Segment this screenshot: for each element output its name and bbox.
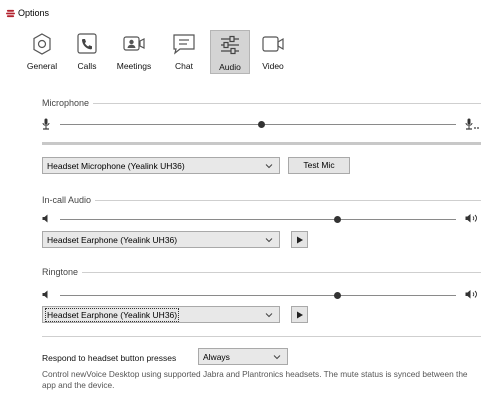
slider-thumb[interactable] <box>333 292 341 299</box>
chevron-down-icon <box>273 355 281 360</box>
ringtone-play-button[interactable] <box>291 306 308 323</box>
microphone-level-slider[interactable] <box>60 118 456 130</box>
slider-thumb[interactable] <box>258 121 266 128</box>
options-toolbar: General Calls Meetings Chat Audio Video <box>22 30 288 78</box>
tab-meetings[interactable]: Meetings <box>109 30 159 74</box>
meeting-camera-icon <box>123 36 145 51</box>
speaker-low-icon <box>42 290 48 299</box>
tab-label: Calls <box>77 61 97 71</box>
tab-label: General <box>26 61 58 71</box>
tab-label: Video <box>262 61 284 71</box>
incall-section-label: In-call Audio <box>42 195 96 205</box>
test-mic-button[interactable]: Test Mic <box>288 157 350 174</box>
speaker-high-icon <box>465 214 477 223</box>
ringtone-device-select[interactable]: Headset Earphone (Yealink UH36) <box>42 306 280 323</box>
chat-bubble-icon <box>173 34 195 55</box>
tab-calls[interactable]: Calls <box>67 30 107 74</box>
tab-label: Audio <box>219 62 241 72</box>
select-value: Headset Microphone (Yealink UH36) <box>47 161 185 171</box>
headset-buttons-select[interactable]: Always <box>198 348 288 365</box>
speaker-low-icon <box>42 214 48 223</box>
video-camera-icon <box>262 36 284 52</box>
slider-thumb[interactable] <box>333 216 341 223</box>
select-value: Always <box>203 352 230 362</box>
tab-video[interactable]: Video <box>258 30 288 74</box>
tab-chat[interactable]: Chat <box>164 30 204 74</box>
slider-track <box>60 295 456 296</box>
headset-buttons-description: Control newVoice Desktop using supported… <box>42 369 468 390</box>
chevron-down-icon <box>265 313 273 318</box>
ringtone-section-divider <box>44 272 481 273</box>
chevron-down-icon <box>265 238 273 243</box>
incall-device-select[interactable]: Headset Earphone (Yealink UH36) <box>42 231 280 248</box>
tab-audio[interactable]: Audio <box>210 30 250 74</box>
microphone-section-divider <box>44 103 481 104</box>
tab-label: Meetings <box>116 61 152 71</box>
headset-buttons-label: Respond to headset button presses <box>42 353 177 363</box>
microphone-high-icon <box>465 118 479 130</box>
select-value: Headset Earphone (Yealink UH36) <box>47 235 178 245</box>
tab-label: Chat <box>175 61 193 71</box>
title-bar: Options <box>0 0 481 26</box>
section-separator <box>42 142 481 145</box>
speaker-high-icon <box>465 290 477 299</box>
ringtone-section-label: Ringtone <box>42 267 83 277</box>
chevron-down-icon <box>265 164 273 169</box>
sliders-icon <box>221 35 239 55</box>
section-separator <box>42 336 481 337</box>
tab-general[interactable]: General <box>22 30 62 74</box>
select-value: Headset Earphone (Yealink UH36) <box>44 308 180 322</box>
microphone-section-label: Microphone <box>42 98 94 108</box>
play-icon <box>297 311 303 319</box>
ringtone-volume-slider[interactable] <box>60 289 456 301</box>
microphone-low-icon <box>42 118 50 130</box>
gear-icon <box>33 33 51 55</box>
incall-volume-slider[interactable] <box>60 213 456 225</box>
microphone-device-select[interactable]: Headset Microphone (Yealink UH36) <box>42 157 280 174</box>
play-icon <box>297 236 303 244</box>
app-logo-icon <box>6 9 15 18</box>
phone-icon <box>77 33 97 54</box>
incall-section-divider <box>44 200 481 201</box>
window-title: Options <box>18 8 50 18</box>
slider-track <box>60 219 456 220</box>
incall-play-button[interactable] <box>291 231 308 248</box>
